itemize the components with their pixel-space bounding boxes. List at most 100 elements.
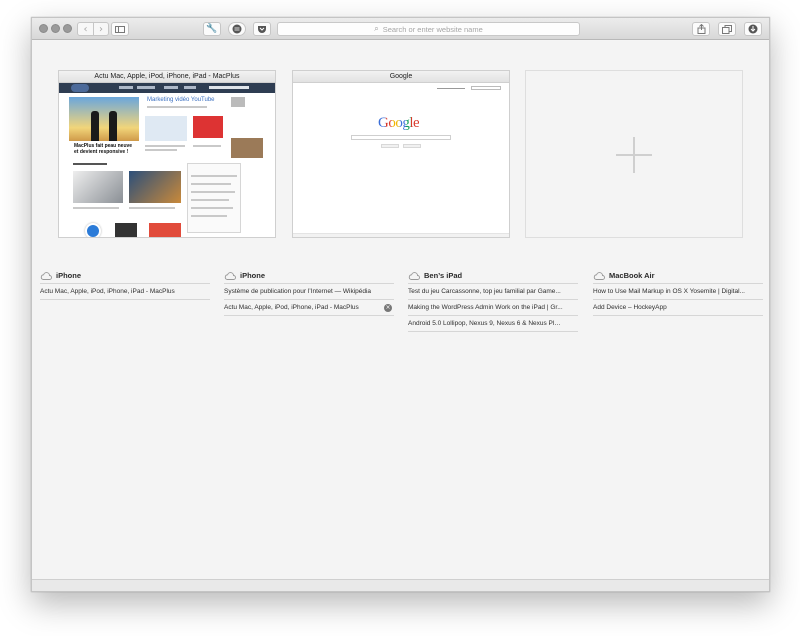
share-button[interactable] <box>692 22 710 36</box>
preview-thumb <box>231 138 263 158</box>
minimize-window-button[interactable] <box>51 24 60 33</box>
preview-thumb <box>145 116 187 141</box>
icloud-tab-label: Actu Mac, Apple, iPod, iPhone, iPad - Ma… <box>224 304 359 311</box>
device-name: MacBook Air <box>609 271 655 280</box>
cloud-icon <box>40 271 52 280</box>
google-lucky-button <box>403 144 421 148</box>
zoom-window-button[interactable] <box>63 24 72 33</box>
preview-text-line <box>191 175 237 177</box>
chevron-right-icon[interactable]: › <box>93 23 108 35</box>
icloud-tab-link[interactable]: Making the WordPress Admin Work on the i… <box>408 300 578 316</box>
downloads-button[interactable] <box>744 22 762 36</box>
preview-text-line <box>193 145 221 147</box>
preview-nav-text <box>164 86 178 89</box>
icloud-tab-link[interactable]: How to Use Mail Markup in OS X Yosemite … <box>593 284 763 300</box>
preview-text-line <box>145 145 185 147</box>
top-site-preview: MacPlus fait peau neuve et devient respo… <box>59 83 275 237</box>
preview-text-line <box>191 199 229 201</box>
preview-thumb <box>193 116 223 138</box>
pocket-icon <box>258 25 266 33</box>
icloud-tab-link[interactable]: Actu Mac, Apple, iPod, iPhone, iPad - Ma… <box>40 284 210 300</box>
icloud-tab-link[interactable]: Actu Mac, Apple, iPod, iPhone, iPad - Ma… <box>224 300 394 316</box>
icloud-device: MacBook Air How to Use Mail Markup in OS… <box>593 268 763 316</box>
add-top-site-tile[interactable] <box>525 70 743 238</box>
icloud-tab-link[interactable]: Android 5.0 Lollipop, Nexus 9, Nexus 6 &… <box>408 316 578 332</box>
wrench-icon: 🔧 <box>206 24 218 34</box>
google-logo: Google <box>378 115 420 132</box>
chevron-left-icon[interactable]: ‹ <box>78 23 93 35</box>
top-site-preview: Google <box>293 83 509 237</box>
tools-button[interactable]: 🔧 <box>203 22 221 36</box>
preview-thumb <box>73 171 123 203</box>
status-bar <box>32 579 769 591</box>
icloud-tab-link[interactable]: Test du jeu Carcassonne, top jeu familia… <box>408 284 578 300</box>
sidebar-button[interactable] <box>111 22 129 36</box>
device-name: Ben’s iPad <box>424 271 463 280</box>
preview-promo-heading: Marketing vidéo YouTube <box>147 97 215 103</box>
preview-nav <box>59 83 275 93</box>
preview-text-line <box>191 183 231 185</box>
share-icon <box>697 24 705 34</box>
preview-nav-text <box>119 86 133 89</box>
device-header: Ben’s iPad <box>408 268 578 284</box>
device-header: MacBook Air <box>593 268 763 284</box>
icloud-tab-link[interactable]: Add Device – HockeyApp <box>593 300 763 316</box>
browser-window: ‹ › 🔧 ⌕ Search or enter website name Act… <box>31 17 770 592</box>
plus-icon <box>633 137 635 173</box>
address-bar[interactable]: ⌕ Search or enter website name <box>277 22 580 36</box>
top-site-title: Actu Mac, Apple, iPod, iPhone, iPad - Ma… <box>59 71 275 83</box>
preview-signin <box>471 86 501 90</box>
toolbar: ‹ › 🔧 ⌕ Search or enter website name <box>32 18 769 40</box>
preview-silhouette <box>109 111 117 141</box>
tabs-overview-button[interactable] <box>718 22 736 36</box>
address-placeholder: Search or enter website name <box>382 24 483 34</box>
tabs-overview-icon <box>722 24 732 34</box>
preview-thumb <box>115 223 137 237</box>
top-site-tile[interactable]: Google Google <box>292 70 510 238</box>
preview-nav-text <box>137 86 155 89</box>
search-icon: ⌕ <box>374 24 379 33</box>
cloud-icon <box>408 271 420 280</box>
preview-thumb <box>129 171 181 203</box>
device-name: iPhone <box>56 271 82 280</box>
google-search-button <box>381 144 399 148</box>
icloud-tab-link[interactable]: Système de publication pour l’Internet —… <box>224 284 394 300</box>
preview-text-line <box>191 207 233 209</box>
preview-nav-text <box>209 86 249 89</box>
preview-text-line <box>73 163 107 165</box>
top-site-title: Google <box>293 71 509 83</box>
preview-text-line <box>191 215 227 217</box>
reader-icon <box>232 24 242 34</box>
preview-text-line <box>147 106 207 108</box>
top-sites-page: Actu Mac, Apple, iPod, iPhone, iPad - Ma… <box>32 41 769 581</box>
pocket-button[interactable] <box>253 22 271 36</box>
preview-sidebar-box <box>187 163 241 233</box>
preview-hero-image <box>69 97 139 141</box>
preview-text-line <box>145 149 177 151</box>
preview-text-line <box>73 207 119 209</box>
sidebar-icon <box>115 25 125 33</box>
preview-logo <box>71 84 89 92</box>
preview-silhouette <box>91 111 99 141</box>
preview-thumb <box>149 223 181 237</box>
navigation-buttons: ‹ › <box>77 22 109 36</box>
preview-nav-text <box>184 86 196 89</box>
device-name: iPhone <box>240 271 266 280</box>
device-header: iPhone <box>224 268 394 284</box>
device-header: iPhone <box>40 268 210 284</box>
preview-add-icon <box>85 223 101 237</box>
cloud-icon <box>224 271 236 280</box>
close-window-button[interactable] <box>39 24 48 33</box>
preview-text-line <box>129 207 175 209</box>
preview-thumb <box>231 97 245 107</box>
icloud-device: iPhone Actu Mac, Apple, iPod, iPhone, iP… <box>40 268 210 300</box>
google-search-box <box>351 135 451 140</box>
google-logo-text: Google <box>378 115 420 131</box>
preview-text-line <box>437 88 465 89</box>
downloads-icon <box>748 24 758 34</box>
top-site-tile[interactable]: Actu Mac, Apple, iPod, iPhone, iPad - Ma… <box>58 70 276 238</box>
icloud-device: iPhone Système de publication pour l’Int… <box>224 268 394 316</box>
google-footer <box>293 233 509 237</box>
reader-button[interactable] <box>228 22 246 36</box>
close-icon[interactable]: × <box>384 304 392 312</box>
